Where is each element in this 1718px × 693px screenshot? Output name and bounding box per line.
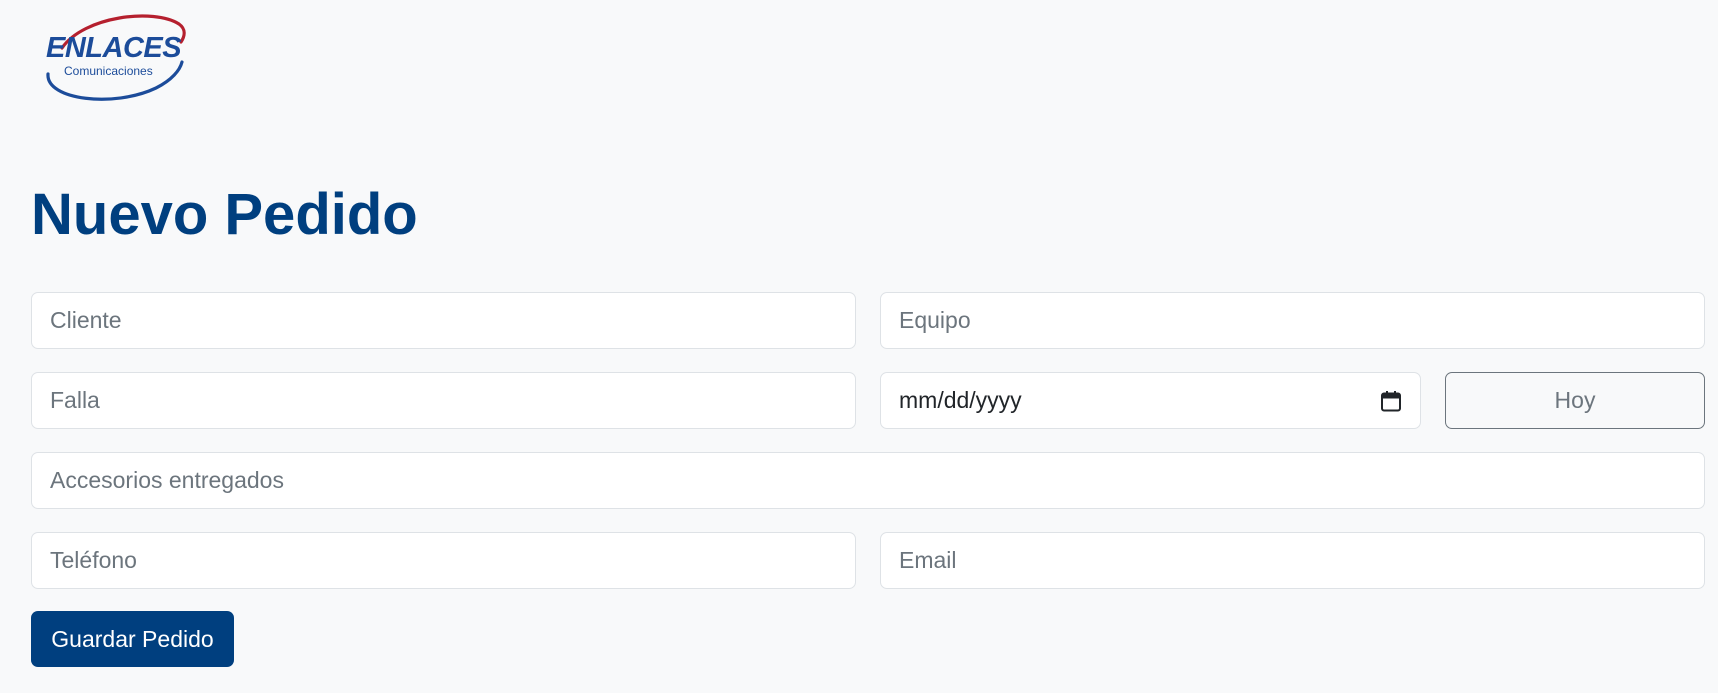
accesorios-input[interactable] (31, 452, 1705, 509)
falla-input[interactable] (31, 372, 856, 429)
logo-wordmark: ENLACES (46, 32, 182, 64)
logo-tagline: Comunicaciones (64, 64, 153, 78)
date-value-text: mm/dd/yyyy (899, 387, 1022, 413)
fecha-date-input[interactable]: mm/dd/yyyy (880, 372, 1421, 429)
enlaces-logo: ENLACES Comunicaciones (44, 12, 202, 104)
equipo-input[interactable] (880, 292, 1705, 349)
page-title: Nuevo Pedido (31, 182, 418, 247)
telefono-input[interactable] (31, 532, 856, 589)
cliente-input[interactable] (31, 292, 856, 349)
email-input[interactable] (880, 532, 1705, 589)
guardar-pedido-button[interactable]: Guardar Pedido (31, 611, 234, 667)
hoy-button[interactable]: Hoy (1445, 372, 1705, 429)
order-form-page: ENLACES Comunicaciones Nuevo Pedido mm/d… (0, 0, 1718, 693)
calendar-icon[interactable] (1380, 390, 1402, 412)
